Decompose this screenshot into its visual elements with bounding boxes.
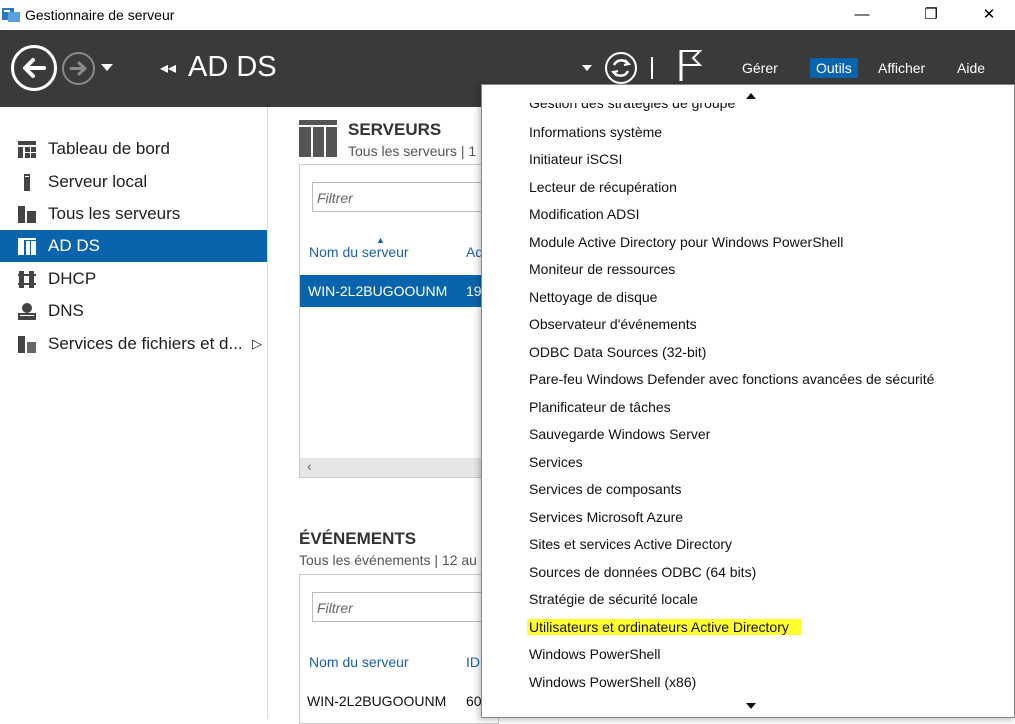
menu-item-disk-cleanup[interactable]: Nettoyage de disque <box>529 289 657 305</box>
servers-subtitle[interactable]: Tous les serveurs | 1 <box>348 143 476 159</box>
events-col-name[interactable]: Nom du serveur <box>309 654 409 670</box>
sidebar: Tableau de bord Serveur local Tous les s… <box>0 107 268 718</box>
menu-item-iscsi[interactable]: Initiateur iSCSI <box>529 151 622 167</box>
dashboard-icon <box>18 141 36 158</box>
sidebar-item-label: Services de fichiers et d... <box>48 334 243 353</box>
sidebar-item-all-servers[interactable]: Tous les serveurs <box>0 198 267 230</box>
menu-item-services[interactable]: Services <box>529 454 583 470</box>
all-servers-icon <box>18 206 36 223</box>
sidebar-item-label: AD DS <box>48 236 100 255</box>
events-filter-input[interactable]: Filtrer <box>312 592 500 622</box>
menu-item-azure-services[interactable]: Services Microsoft Azure <box>529 509 683 525</box>
scroll-left-icon[interactable]: ‹ <box>307 458 312 474</box>
refresh-button[interactable] <box>605 52 637 84</box>
table-row[interactable]: WIN-2L2BUGOOUNM 19 <box>300 275 498 307</box>
title-bar: Gestionnaire de serveur — ❐ ✕ <box>0 0 1015 30</box>
local-server-icon <box>24 174 30 191</box>
sidebar-item-local-server[interactable]: Serveur local <box>0 166 267 198</box>
menu-item-gpmc[interactable]: Gestion des stratégies de groupe <box>529 103 735 111</box>
menu-item-recovery-drive[interactable]: Lecteur de récupération <box>529 179 677 195</box>
menu-item-ad-sites[interactable]: Sites et services Active Directory <box>529 536 732 552</box>
servers-filter-input[interactable]: Filtrer <box>312 182 500 212</box>
sidebar-item-label: Serveur local <box>48 172 148 191</box>
dhcp-icon <box>18 271 36 288</box>
menu-item-odbc-64[interactable]: Sources de données ODBC (64 bits) <box>529 564 756 580</box>
menu-item-firewall[interactable]: Pare-feu Windows Defender avec fonctions… <box>529 371 934 387</box>
sidebar-item-file-services[interactable]: Services de fichiers et d... ▷ <box>0 328 267 360</box>
arrow-right-icon <box>69 61 87 76</box>
events-subtitle[interactable]: Tous les événements | 12 au <box>299 552 477 568</box>
breadcrumb-dropdown-icon[interactable] <box>582 65 592 71</box>
sidebar-item-label: DNS <box>48 301 84 320</box>
event-id-cell[interactable]: 60 <box>466 693 482 709</box>
menu-item-odbc-32[interactable]: ODBC Data Sources (32-bit) <box>529 344 706 360</box>
menu-item-windows-powershell-x86[interactable]: Windows PowerShell (x86) <box>529 674 696 690</box>
notifications-flag-icon[interactable] <box>678 48 702 82</box>
breadcrumb: AD DS <box>188 51 277 83</box>
menu-item-local-security-policy[interactable]: Stratégie de sécurité locale <box>529 591 698 607</box>
server-name-cell: WIN-2L2BUGOOUNM <box>308 283 448 299</box>
event-server-cell[interactable]: WIN-2L2BUGOOUNM <box>307 693 446 709</box>
server-address-cell: 19 <box>466 283 482 299</box>
servers-section-icon <box>299 120 337 157</box>
menu-item-windows-powershell[interactable]: Windows PowerShell <box>529 646 661 662</box>
file-services-icon <box>18 336 36 353</box>
menu-item-resource-monitor[interactable]: Moniteur de ressources <box>529 261 675 277</box>
menu-item-task-scheduler[interactable]: Planificateur de tâches <box>529 399 671 415</box>
menu-item-adsi-edit[interactable]: Modification ADSI <box>529 206 640 222</box>
minimize-button[interactable]: — <box>839 0 885 30</box>
menu-item-event-viewer[interactable]: Observateur d'événements <box>529 316 697 332</box>
scroll-up-icon[interactable] <box>746 93 756 99</box>
sidebar-item-adds[interactable]: AD DS <box>0 230 267 262</box>
menu-item-windows-backup[interactable]: Sauvegarde Windows Server <box>529 426 710 442</box>
servers-title: SERVEURS <box>348 120 442 139</box>
close-button[interactable]: ✕ <box>966 0 1012 30</box>
menu-item-ad-powershell[interactable]: Module Active Directory pour Windows Pow… <box>529 234 843 250</box>
restore-button[interactable]: ❐ <box>908 0 954 30</box>
dns-icon <box>18 303 36 320</box>
events-title: ÉVÉNEMENTS <box>299 529 417 548</box>
sidebar-item-dhcp[interactable]: DHCP <box>0 263 267 295</box>
menu-item-ad-users-computers[interactable]: Utilisateurs et ordinateurs Active Direc… <box>527 619 801 635</box>
sidebar-item-dashboard[interactable]: Tableau de bord <box>0 133 267 165</box>
breadcrumb-arrows-icon[interactable]: ◂◂ <box>160 58 176 78</box>
sidebar-item-label: Tous les serveurs <box>48 204 181 223</box>
sort-up-icon: ▲ <box>376 235 385 245</box>
events-tile: Filtrer Nom du serveur ID WIN-2L2BUGOOUN… <box>299 574 500 724</box>
menu-item-component-services[interactable]: Services de composants <box>529 481 682 497</box>
menu-aide[interactable]: Aide <box>951 58 991 78</box>
tools-dropdown-menu: Gestion des stratégies de groupe Informa… <box>481 84 1015 718</box>
menu-item-msinfo[interactable]: Informations système <box>529 124 662 140</box>
server-manager-app-icon <box>2 8 20 22</box>
menu-afficher[interactable]: Afficher <box>872 58 931 78</box>
menu-outils[interactable]: Outils <box>810 58 858 78</box>
refresh-icon <box>610 59 632 77</box>
adds-icon <box>18 238 36 255</box>
history-dropdown-icon[interactable] <box>101 64 113 71</box>
sidebar-item-label: DHCP <box>48 269 97 288</box>
sidebar-item-label: Tableau de bord <box>48 139 170 158</box>
forward-button[interactable] <box>62 52 95 85</box>
events-col-id[interactable]: ID <box>466 654 480 670</box>
sidebar-item-dns[interactable]: DNS <box>0 295 267 327</box>
menu-gerer[interactable]: Gérer <box>736 58 784 78</box>
scroll-down-icon[interactable] <box>746 703 756 709</box>
window-title: Gestionnaire de serveur <box>25 7 175 23</box>
arrow-left-icon <box>23 58 46 78</box>
servers-tile: Filtrer Nom du serveur ▲ Ad WIN-2L2BUGOO… <box>299 164 500 478</box>
back-button[interactable] <box>11 45 57 91</box>
chevron-right-icon[interactable]: ▷ <box>252 328 262 360</box>
servers-col-name[interactable]: Nom du serveur <box>309 244 409 260</box>
toolbar-separator <box>651 57 653 79</box>
horizontal-scrollbar[interactable]: ‹ <box>300 458 498 477</box>
